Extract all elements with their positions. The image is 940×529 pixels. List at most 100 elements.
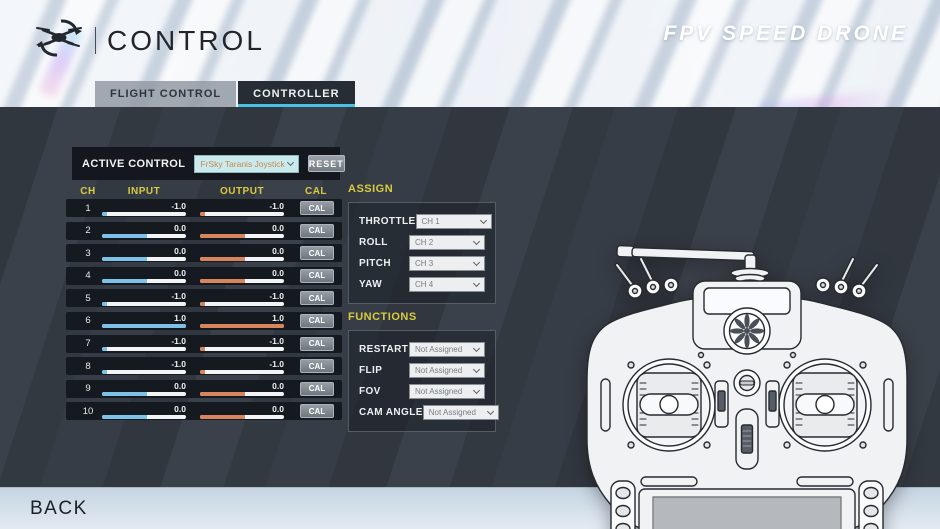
output-slider-track — [200, 279, 284, 283]
function-label: FLIP — [359, 365, 382, 376]
output-slider-fill — [200, 370, 205, 374]
chevron-down-icon — [473, 279, 480, 286]
output-slider[interactable]: 0.0 — [200, 268, 284, 283]
input-slider[interactable]: 0.0 — [102, 404, 186, 419]
output-slider[interactable]: 0.0 — [200, 246, 284, 261]
chevron-down-icon — [473, 258, 480, 265]
output-slider-fill — [200, 392, 245, 396]
active-control-value: FrSky Taranis Joystick — [200, 159, 284, 169]
channel-number: 5 — [74, 293, 102, 304]
chevron-down-icon — [473, 386, 480, 393]
col-header-input: INPUT — [102, 186, 186, 197]
input-slider[interactable]: 0.0 — [102, 268, 186, 283]
channel-number: 7 — [74, 338, 102, 349]
page-header: CONTROL — [34, 16, 265, 65]
output-slider[interactable]: -1.0 — [200, 201, 284, 216]
channel-table: CH INPUT OUTPUT CAL 1 -1.0 — [66, 183, 342, 425]
function-select[interactable]: Not Assigned — [409, 363, 485, 378]
function-row: RESTART Not Assigned — [359, 339, 485, 360]
cal-button[interactable]: CAL — [300, 404, 334, 418]
channel-row: 4 0.0 0.0 CAL — [66, 267, 342, 285]
function-select[interactable]: Not Assigned — [409, 342, 485, 357]
cal-button[interactable]: CAL — [300, 269, 334, 283]
cal-button[interactable]: CAL — [300, 201, 334, 215]
output-slider[interactable]: -1.0 — [200, 336, 284, 351]
input-slider-track — [102, 347, 186, 351]
reset-button[interactable]: RESET — [308, 155, 345, 172]
assign-row: YAW CH 4 — [359, 274, 485, 295]
assign-label: YAW — [359, 279, 382, 290]
cal-button[interactable]: CAL — [300, 382, 334, 396]
output-slider-fill — [200, 302, 205, 306]
output-slider-fill — [200, 257, 245, 261]
input-slider[interactable]: -1.0 — [102, 336, 186, 351]
input-value: 0.0 — [174, 247, 186, 256]
cal-button[interactable]: CAL — [300, 337, 334, 351]
function-select-value: Not Assigned — [429, 408, 485, 417]
function-label: CAM ANGLE — [359, 407, 423, 418]
channel-row: 7 -1.0 -1.0 CA — [66, 335, 342, 353]
assign-select[interactable]: CH 4 — [409, 277, 485, 292]
col-header-output: OUTPUT — [200, 186, 284, 197]
active-control-label: ACTIVE CONTROL — [82, 158, 185, 170]
output-slider-track — [200, 347, 284, 351]
input-slider[interactable]: -1.0 — [102, 201, 186, 216]
cal-button[interactable]: CAL — [300, 291, 334, 305]
assign-select[interactable]: CH 2 — [409, 235, 485, 250]
cal-button[interactable]: CAL — [300, 246, 334, 260]
input-slider[interactable]: 0.0 — [102, 223, 186, 238]
tab[interactable]: FLIGHT CONTROL — [95, 81, 236, 107]
input-slider[interactable]: -1.0 — [102, 359, 186, 374]
input-slider[interactable]: 1.0 — [102, 313, 186, 328]
functions-title: FUNCTIONS — [348, 311, 496, 327]
output-slider-track — [200, 234, 284, 238]
output-value: 0.0 — [272, 224, 284, 233]
output-slider[interactable]: 1.0 — [200, 313, 284, 328]
function-select[interactable]: Not Assigned — [423, 405, 499, 420]
channel-rows: 1 -1.0 -1.0 CA — [66, 199, 342, 420]
cal-button[interactable]: CAL — [300, 314, 334, 328]
channel-row: 10 0.0 0.0 CAL — [66, 402, 342, 420]
output-slider[interactable]: -1.0 — [200, 359, 284, 374]
assign-select[interactable]: CH 3 — [409, 256, 485, 271]
tab-bar: FLIGHT CONTROL CONTROLLER — [95, 81, 355, 107]
channel-row: 3 0.0 0.0 CAL — [66, 244, 342, 262]
active-control-select[interactable]: FrSky Taranis Joystick — [194, 155, 298, 173]
channel-row: 2 0.0 0.0 CAL — [66, 222, 342, 240]
tab[interactable]: CONTROLLER — [238, 81, 354, 107]
input-slider-track — [102, 415, 186, 419]
input-slider-fill — [102, 347, 107, 351]
input-slider[interactable]: 0.0 — [102, 381, 186, 396]
tab-label: FLIGHT CONTROL — [110, 88, 221, 100]
assign-label: THROTTLE — [359, 216, 416, 227]
output-slider[interactable]: -1.0 — [200, 291, 284, 306]
input-slider[interactable]: -1.0 — [102, 291, 186, 306]
input-slider-track — [102, 279, 186, 283]
input-slider[interactable]: 0.0 — [102, 246, 186, 261]
channel-row: 9 0.0 0.0 CAL — [66, 380, 342, 398]
col-header-cal: CAL — [298, 186, 334, 197]
output-value: -1.0 — [269, 202, 284, 211]
input-value: -1.0 — [171, 292, 186, 301]
input-value: 0.0 — [174, 405, 186, 414]
cal-button[interactable]: CAL — [300, 224, 334, 238]
output-value: -1.0 — [269, 360, 284, 369]
output-slider[interactable]: 0.0 — [200, 404, 284, 419]
output-slider-track — [200, 212, 284, 216]
input-value: 1.0 — [174, 314, 186, 323]
input-slider-fill — [102, 212, 107, 216]
input-slider-fill — [102, 415, 147, 419]
channel-row: 8 -1.0 -1.0 CA — [66, 357, 342, 375]
assign-section: ASSIGN THROTTLE CH 1 ROLL CH — [348, 183, 496, 304]
input-value: -1.0 — [171, 360, 186, 369]
cal-button[interactable]: CAL — [300, 359, 334, 373]
output-value: 0.0 — [272, 247, 284, 256]
assign-select-value: CH 2 — [415, 238, 471, 247]
function-select[interactable]: Not Assigned — [409, 384, 485, 399]
back-button[interactable]: BACK — [30, 498, 88, 520]
output-slider-fill — [200, 212, 205, 216]
input-slider-track — [102, 302, 186, 306]
output-slider[interactable]: 0.0 — [200, 223, 284, 238]
assign-select[interactable]: CH 1 — [416, 214, 492, 229]
output-slider[interactable]: 0.0 — [200, 381, 284, 396]
